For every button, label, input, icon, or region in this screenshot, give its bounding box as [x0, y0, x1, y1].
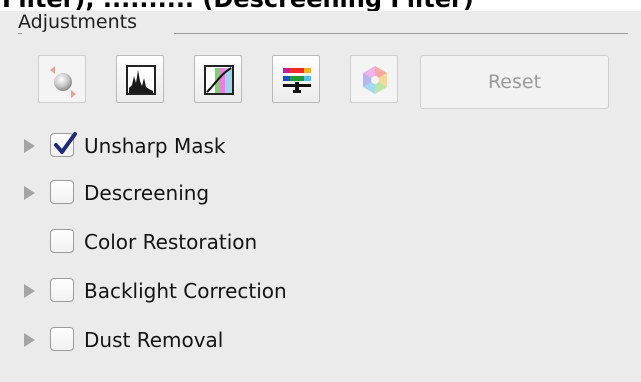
option-label: Color Restoration — [84, 230, 258, 254]
descreening-checkbox[interactable] — [50, 180, 74, 204]
disclosure-triangle-icon[interactable] — [24, 333, 35, 347]
adjustments-panel: Adjustments Reset Unsharp Mask Descreeni… — [0, 11, 641, 382]
option-row-backlight-correction: Backlight Correction — [0, 276, 400, 306]
option-label: Dust Removal — [84, 328, 224, 352]
adjustments-group-title: Adjustments — [18, 11, 137, 33]
option-label: Backlight Correction — [84, 279, 287, 303]
histogram-button[interactable] — [116, 55, 164, 103]
color-restoration-checkbox[interactable] — [50, 229, 74, 253]
color-balance-button[interactable] — [272, 55, 320, 103]
histogram-icon — [126, 65, 156, 95]
color-balance-icon — [283, 68, 311, 93]
option-row-descreening: Descreening — [0, 178, 400, 208]
disclosure-triangle-icon[interactable] — [24, 186, 35, 200]
option-row-unsharp-mask: Unsharp Mask — [0, 131, 400, 161]
tone-curve-icon — [204, 65, 234, 95]
color-wheel-button[interactable] — [350, 55, 398, 103]
unsharp-mask-checkbox[interactable] — [50, 132, 77, 157]
disclosure-triangle-icon[interactable] — [24, 139, 35, 153]
option-row-dust-removal: Dust Removal — [0, 325, 400, 355]
reset-button[interactable]: Reset — [420, 55, 609, 109]
auto-adjust-icon — [50, 66, 76, 98]
option-label: Unsharp Mask — [84, 134, 226, 158]
disclosure-triangle-icon[interactable] — [24, 284, 35, 298]
option-label: Descreening — [84, 181, 210, 205]
group-border-left — [18, 33, 22, 34]
auto-adjust-button[interactable] — [38, 55, 86, 103]
dust-removal-checkbox[interactable] — [50, 327, 74, 351]
tone-curve-button[interactable] — [194, 55, 242, 103]
checkmark-icon — [54, 132, 77, 154]
option-row-color-restoration: Color Restoration — [0, 227, 400, 257]
backlight-correction-checkbox[interactable] — [50, 278, 74, 302]
group-border — [174, 33, 628, 34]
cut-off-page-heading: Filter), .......... (Descreening Filter) — [0, 0, 641, 11]
color-wheel-icon — [363, 66, 387, 94]
